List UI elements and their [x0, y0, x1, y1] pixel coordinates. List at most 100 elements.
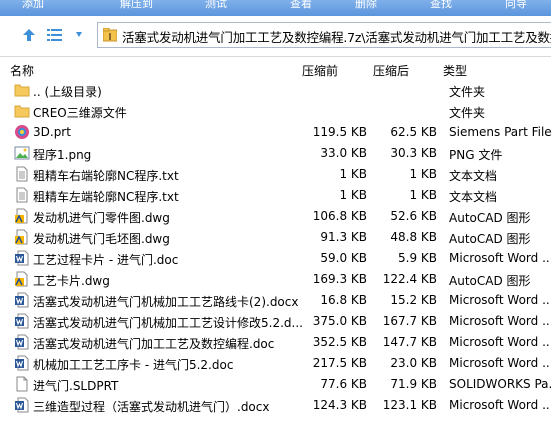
file-name: .. (上级目录)	[33, 85, 102, 99]
column-type[interactable]: 类型	[443, 62, 467, 79]
blank-file-icon	[14, 376, 30, 392]
file-size: 1 KB	[339, 167, 367, 181]
file-size: 33.0 KB	[320, 146, 367, 160]
file-size: 119.5 KB	[312, 125, 367, 139]
file-packed: 15.2 KB	[390, 293, 437, 307]
file-packed: 123.1 KB	[382, 398, 437, 412]
file-type: Microsoft Word ...	[449, 356, 551, 370]
word-icon	[14, 355, 30, 371]
address-bar[interactable]: 活塞式发动机进气门加工工艺及数控编程.7z\活塞式发动机进气门加工工艺及数控编	[97, 22, 551, 48]
file-name: 程序1.png	[33, 148, 92, 162]
list-item[interactable]: 三维造型过程（活塞式发动机进气门）.docx 124.3 KB 123.1 KB…	[0, 395, 551, 416]
image-icon	[14, 145, 30, 161]
file-name: 发动机进气门零件图.dwg	[33, 211, 170, 225]
file-list: .. (上级目录) 文件夹 CREO三维源文件 文件夹 3D.prt 119.5…	[0, 80, 551, 416]
archive-icon	[102, 27, 118, 45]
file-size: 1 KB	[339, 188, 367, 202]
file-packed: 71.9 KB	[390, 377, 437, 391]
list-item[interactable]: CREO三维源文件 文件夹	[0, 101, 551, 122]
text-file-icon	[14, 187, 30, 203]
toolbar-extract[interactable]: 解压到	[120, 0, 153, 11]
file-packed: 147.7 KB	[382, 335, 437, 349]
file-type: AutoCAD 图形	[449, 274, 531, 288]
file-packed: 5.9 KB	[398, 251, 437, 265]
column-size[interactable]: 压缩前	[302, 62, 338, 79]
file-name: 发动机进气门毛坯图.dwg	[33, 232, 170, 246]
text-file-icon	[14, 166, 30, 182]
file-size: 59.0 KB	[320, 251, 367, 265]
dwg-icon	[14, 271, 30, 287]
file-name: 活塞式发动机进气门加工工艺及数控编程.doc	[33, 337, 275, 351]
file-packed: 1 KB	[409, 188, 437, 202]
word-icon	[14, 313, 30, 329]
file-type: 文件夹	[449, 85, 486, 99]
list-item[interactable]: .. (上级目录) 文件夹	[0, 80, 551, 101]
list-item[interactable]: 发动机进气门毛坯图.dwg 91.3 KB 48.8 KB AutoCAD 图形	[0, 227, 551, 248]
list-item[interactable]: 发动机进气门零件图.dwg 106.8 KB 52.6 KB AutoCAD 图…	[0, 206, 551, 227]
folder-icon	[14, 82, 30, 98]
file-packed: 62.5 KB	[390, 125, 437, 139]
file-packed: 23.0 KB	[390, 356, 437, 370]
toolbar-add[interactable]: 添加	[22, 0, 44, 11]
up-arrow-icon[interactable]	[20, 26, 38, 44]
file-packed: 52.6 KB	[390, 209, 437, 223]
toolbar: 添加 解压到 测试 查看 删除 查找 向导	[0, 0, 551, 16]
list-item[interactable]: 粗精车右端轮廓NC程序.txt 1 KB 1 KB 文本文档	[0, 164, 551, 185]
file-packed: 30.3 KB	[390, 146, 437, 160]
file-name: 粗精车左端轮廓NC程序.txt	[33, 190, 179, 204]
file-name: 工艺过程卡片 - 进气门.doc	[33, 253, 179, 267]
column-name[interactable]: 名称	[10, 62, 34, 79]
toolbar-wizard[interactable]: 向导	[505, 0, 527, 11]
file-name: 机械加工工艺工序卡 - 进气门5.2.doc	[33, 358, 234, 372]
address-row: 活塞式发动机进气门加工工艺及数控编程.7z\活塞式发动机进气门加工工艺及数控编	[0, 16, 551, 57]
file-size: 16.8 KB	[320, 293, 367, 307]
file-type: Microsoft Word ...	[449, 335, 551, 349]
word-icon	[14, 397, 30, 413]
file-type: Siemens Part File	[449, 125, 551, 139]
toolbar-view[interactable]: 查看	[290, 0, 312, 11]
address-path: 活塞式发动机进气门加工工艺及数控编程.7z\活塞式发动机进气门加工工艺及数控编	[122, 30, 551, 45]
file-type: Microsoft Word ...	[449, 251, 551, 265]
list-item[interactable]: 活塞式发动机进气门机械加工工艺设计修改5.2.d... 375.0 KB 167…	[0, 311, 551, 332]
list-item[interactable]: 3D.prt 119.5 KB 62.5 KB Siemens Part Fil…	[0, 122, 551, 143]
toolbar-delete[interactable]: 删除	[355, 0, 377, 11]
file-name: CREO三维源文件	[33, 106, 127, 120]
file-type: Microsoft Word ...	[449, 398, 551, 412]
file-type: 文件夹	[449, 106, 486, 120]
dwg-icon	[14, 208, 30, 224]
file-size: 106.8 KB	[312, 209, 367, 223]
list-item[interactable]: 程序1.png 33.0 KB 30.3 KB PNG 文件	[0, 143, 551, 164]
list-view-icon[interactable]	[46, 26, 64, 44]
file-size: 169.3 KB	[312, 272, 367, 286]
file-type: PNG 文件	[449, 148, 503, 162]
list-item[interactable]: 粗精车左端轮廓NC程序.txt 1 KB 1 KB 文本文档	[0, 185, 551, 206]
file-name: 工艺卡片.dwg	[33, 274, 110, 288]
file-size: 77.6 KB	[320, 377, 367, 391]
list-item[interactable]: 机械加工工艺工序卡 - 进气门5.2.doc 217.5 KB 23.0 KB …	[0, 353, 551, 374]
file-name: 活塞式发动机进气门机械加工工艺设计修改5.2.d...	[33, 316, 303, 330]
file-type: Microsoft Word ...	[449, 293, 551, 307]
file-type: 文本文档	[449, 169, 498, 183]
list-item[interactable]: 工艺过程卡片 - 进气门.doc 59.0 KB 5.9 KB Microsof…	[0, 248, 551, 269]
dropdown-icon[interactable]	[70, 26, 88, 44]
file-packed: 167.7 KB	[382, 314, 437, 328]
toolbar-test[interactable]: 测试	[205, 0, 227, 11]
file-size: 352.5 KB	[312, 335, 367, 349]
file-packed: 122.4 KB	[382, 272, 437, 286]
nx-part-icon	[14, 124, 30, 140]
list-item[interactable]: 工艺卡片.dwg 169.3 KB 122.4 KB AutoCAD 图形	[0, 269, 551, 290]
file-type: 文本文档	[449, 190, 498, 204]
word-icon	[14, 292, 30, 308]
list-item[interactable]: 活塞式发动机进气门加工工艺及数控编程.doc 352.5 KB 147.7 KB…	[0, 332, 551, 353]
file-size: 217.5 KB	[312, 356, 367, 370]
list-item[interactable]: 活塞式发动机进气门机械加工工艺路线卡(2).docx 16.8 KB 15.2 …	[0, 290, 551, 311]
file-type: AutoCAD 图形	[449, 232, 531, 246]
file-packed: 48.8 KB	[390, 230, 437, 244]
toolbar-find[interactable]: 查找	[430, 0, 452, 11]
list-item[interactable]: 进气门.SLDPRT 77.6 KB 71.9 KB SOLIDWORKS Pa…	[0, 374, 551, 395]
file-name: 粗精车右端轮廓NC程序.txt	[33, 169, 179, 183]
file-name: 三维造型过程（活塞式发动机进气门）.docx	[33, 400, 270, 414]
file-size: 375.0 KB	[312, 314, 367, 328]
file-name: 3D.prt	[33, 125, 71, 139]
column-packed[interactable]: 压缩后	[373, 62, 409, 79]
